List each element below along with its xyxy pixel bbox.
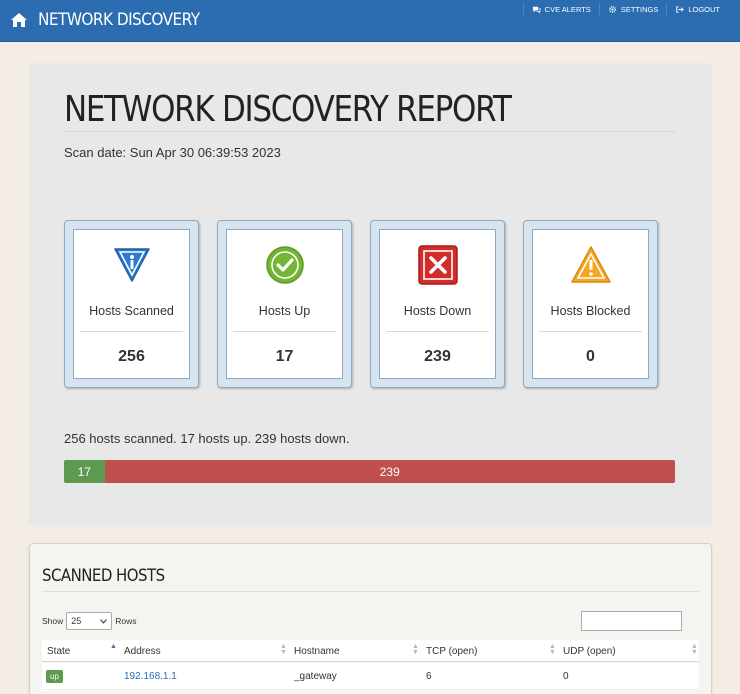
gear-icon	[608, 5, 616, 13]
page-title: NETWORK DISCOVERY REPORT	[64, 89, 512, 130]
status-badge: up	[46, 670, 63, 683]
sort-icon[interactable]: ▲ ▼	[549, 643, 556, 656]
column-header-state[interactable]: State	[47, 646, 70, 657]
stat-value: 256	[118, 348, 145, 365]
stat-card-inner: Hosts Down 239	[379, 229, 496, 379]
host-hostname: _gateway	[294, 671, 337, 682]
stat-divider	[539, 331, 642, 332]
warning-icon	[571, 246, 611, 283]
column-header-address[interactable]: Address	[124, 646, 161, 657]
column-header-tcp[interactable]: TCP (open)	[426, 646, 478, 657]
stat-label: Hosts Down	[403, 304, 472, 318]
brand-title: NETWORK DISCOVERY	[38, 10, 200, 30]
info-triangle-icon	[114, 248, 150, 282]
stat-divider	[233, 331, 336, 332]
host-tcp-open: 6	[426, 671, 432, 682]
stat-card-inner: Hosts Up 17	[226, 229, 343, 379]
top-navbar: NETWORK DISCOVERY CVE ALERTS SETTINGS LO…	[0, 0, 740, 42]
check-circle-icon	[266, 246, 304, 284]
x-square-icon	[418, 245, 458, 285]
page-length-select[interactable]: 25	[66, 612, 113, 630]
stat-card-hosts-scanned: Hosts Scanned 256	[64, 220, 199, 388]
show-label: Show	[42, 616, 64, 626]
sort-icon[interactable]: ▲ ▼	[412, 643, 419, 656]
scanned-hosts-panel: SCANNED HOSTS Show 25 Rows State ▲ Addre…	[29, 543, 712, 694]
title-divider	[64, 131, 675, 132]
nav-logout[interactable]: LOGOUT	[666, 3, 728, 15]
page-length-control: Show 25 Rows	[42, 612, 137, 630]
nav-links: CVE ALERTS SETTINGS LOGOUT	[522, 3, 728, 15]
nav-settings-label: SETTINGS	[620, 4, 659, 14]
stat-card-hosts-up: Hosts Up 17	[217, 220, 352, 388]
sort-asc-icon[interactable]: ▲	[110, 643, 117, 650]
column-header-hostname[interactable]: Hostname	[294, 646, 340, 657]
search-input[interactable]	[581, 611, 682, 631]
stat-card-hosts-blocked: Hosts Blocked 0	[523, 220, 658, 388]
stat-value: 239	[424, 348, 451, 365]
nav-cve-alerts-label: CVE ALERTS	[544, 4, 591, 14]
table-header: State ▲ Address ▲ ▼ Hostname ▲ ▼ TCP (open…	[42, 640, 699, 662]
stat-card-inner: Hosts Scanned 256	[73, 229, 190, 379]
stat-label: Hosts Blocked	[550, 304, 631, 318]
brand[interactable]: NETWORK DISCOVERY	[10, 10, 218, 30]
hosts-progress-bar: 17 239	[64, 460, 675, 483]
sort-icon[interactable]: ▲ ▼	[691, 643, 698, 656]
scan-date: Scan date: Sun Apr 30 06:39:53 2023	[64, 145, 281, 160]
stat-value: 0	[586, 348, 595, 365]
rows-label: Rows	[115, 616, 137, 626]
logout-icon	[676, 5, 685, 13]
stat-divider	[386, 331, 489, 332]
stat-label: Hosts Up	[258, 304, 311, 318]
progress-down-segment: 239	[104, 460, 675, 483]
page-length-value: 25	[71, 616, 82, 626]
host-udp-open: 0	[563, 671, 569, 682]
stat-divider	[80, 331, 183, 332]
progress-up-segment: 17	[64, 460, 105, 483]
stat-value: 17	[275, 348, 294, 365]
host-address-link[interactable]: 192.168.1.1	[124, 671, 177, 682]
stat-card-hosts-down: Hosts Down 239	[370, 220, 505, 388]
nav-logout-label: LOGOUT	[688, 4, 720, 14]
sort-icon[interactable]: ▲ ▼	[280, 643, 287, 656]
stat-card-inner: Hosts Blocked 0	[532, 229, 649, 379]
section-title: SCANNED HOSTS	[42, 566, 165, 586]
nav-settings[interactable]: SETTINGS	[598, 3, 667, 15]
comments-icon	[532, 6, 541, 14]
stat-label: Hosts Scanned	[89, 304, 174, 318]
nav-cve-alerts[interactable]: CVE ALERTS	[522, 3, 599, 15]
chevron-down-icon	[100, 618, 108, 624]
scan-summary: 256 hosts scanned. 17 hosts up. 239 host…	[64, 431, 350, 446]
report-panel: NETWORK DISCOVERY REPORT Scan date: Sun …	[29, 63, 712, 525]
home-icon	[11, 13, 27, 27]
table-row: up 192.168.1.1 _gateway 6 0	[42, 663, 699, 689]
section-divider	[42, 591, 699, 592]
column-header-udp[interactable]: UDP (open)	[563, 646, 616, 657]
